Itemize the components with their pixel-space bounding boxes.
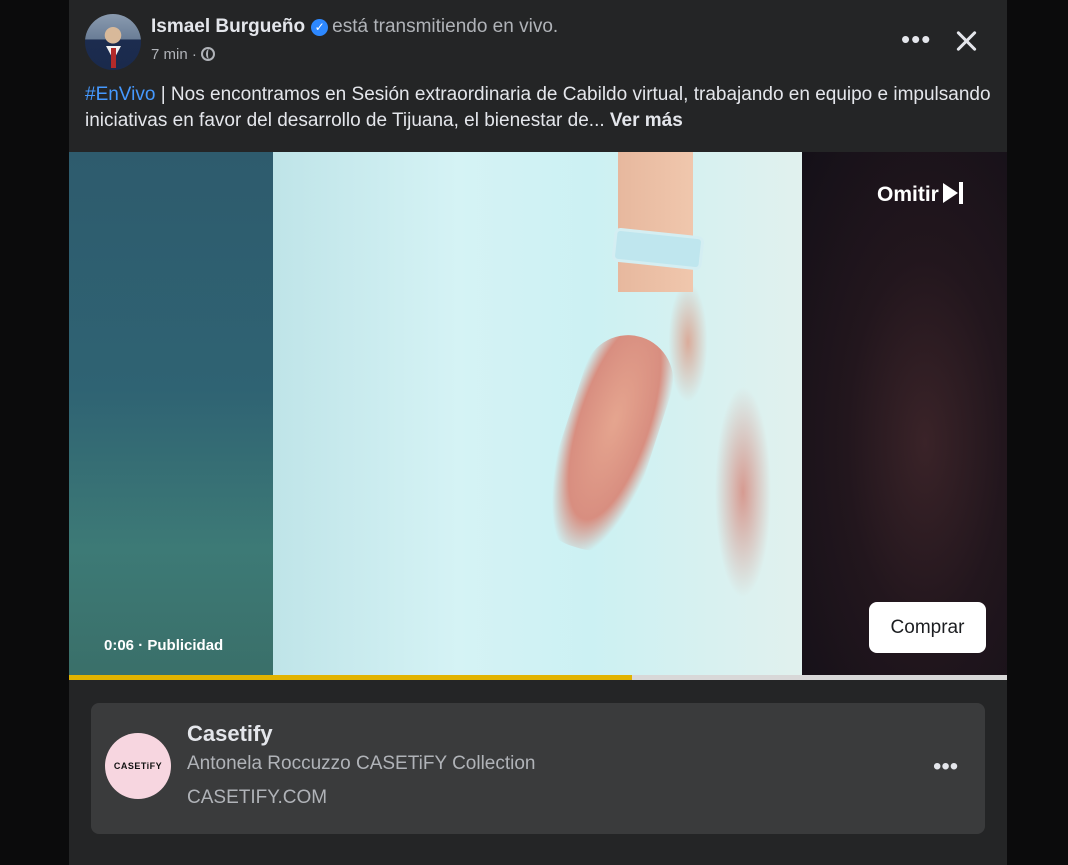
more-options-icon[interactable]: ••• bbox=[901, 26, 931, 52]
ad-progress-fill bbox=[69, 675, 632, 680]
see-more-link[interactable]: Ver más bbox=[610, 110, 683, 131]
post-body: | Nos encontramos en Sesión extraordinar… bbox=[85, 84, 991, 131]
video-ad-player[interactable]: Omitir 0:06 · Publicidad Comprar bbox=[69, 152, 1007, 680]
ad-elapsed-time: 0:06 bbox=[104, 637, 135, 654]
post-time[interactable]: 7 min bbox=[151, 46, 188, 63]
video-hand bbox=[531, 323, 685, 561]
advertiser-description: Antonela Roccuzzo CASETiFY Collection bbox=[187, 753, 536, 774]
author-line: Ismael Burgueño ✓ está transmitiendo en vi… bbox=[151, 16, 558, 38]
skip-label: Omitir bbox=[877, 183, 939, 206]
advertiser-logo[interactable]: CASETiFY bbox=[105, 733, 171, 799]
author-name[interactable]: Ismael Burgueño bbox=[151, 16, 305, 37]
video-main-frame bbox=[273, 152, 802, 680]
hashtag-link[interactable]: #EnVivo bbox=[85, 84, 155, 105]
author-avatar[interactable] bbox=[85, 14, 141, 70]
close-icon[interactable] bbox=[949, 24, 983, 58]
globe-icon bbox=[200, 47, 215, 61]
verified-badge-icon: ✓ bbox=[311, 19, 329, 36]
advertiser-url[interactable]: CASETIFY.COM bbox=[187, 787, 327, 809]
more-horizontal-icon[interactable]: ••• bbox=[933, 755, 958, 779]
avatar-tie bbox=[111, 48, 116, 68]
post-card: Ismael Burgueño ✓ está transmitiendo en vi… bbox=[69, 0, 1007, 865]
post-header: Ismael Burgueño ✓ está transmitiendo en vi… bbox=[69, 0, 1007, 80]
ad-meta-separator: · bbox=[138, 637, 144, 654]
ad-progress-bar[interactable] bbox=[69, 675, 1007, 680]
post-meta: 7 min · bbox=[151, 46, 215, 63]
advertiser-card[interactable]: CASETiFY Casetify Antonela Roccuzzo CASE… bbox=[91, 703, 985, 834]
video-arm bbox=[618, 152, 693, 292]
skip-next-icon bbox=[942, 182, 965, 204]
ad-label: Publicidad bbox=[147, 637, 224, 654]
live-status: está transmitiendo en vivo. bbox=[332, 16, 559, 37]
ad-meta: 0:06 · Publicidad bbox=[104, 637, 223, 654]
buy-button[interactable]: Comprar bbox=[869, 602, 986, 653]
post-text: #EnVivo | Nos encontramos en Sesión extr… bbox=[85, 82, 995, 134]
advertiser-name[interactable]: Casetify bbox=[187, 721, 273, 747]
skip-ad-button[interactable]: Omitir bbox=[877, 182, 965, 207]
video-right-panel bbox=[802, 152, 1007, 680]
video-left-panel bbox=[69, 152, 273, 680]
meta-separator: · bbox=[191, 46, 197, 63]
